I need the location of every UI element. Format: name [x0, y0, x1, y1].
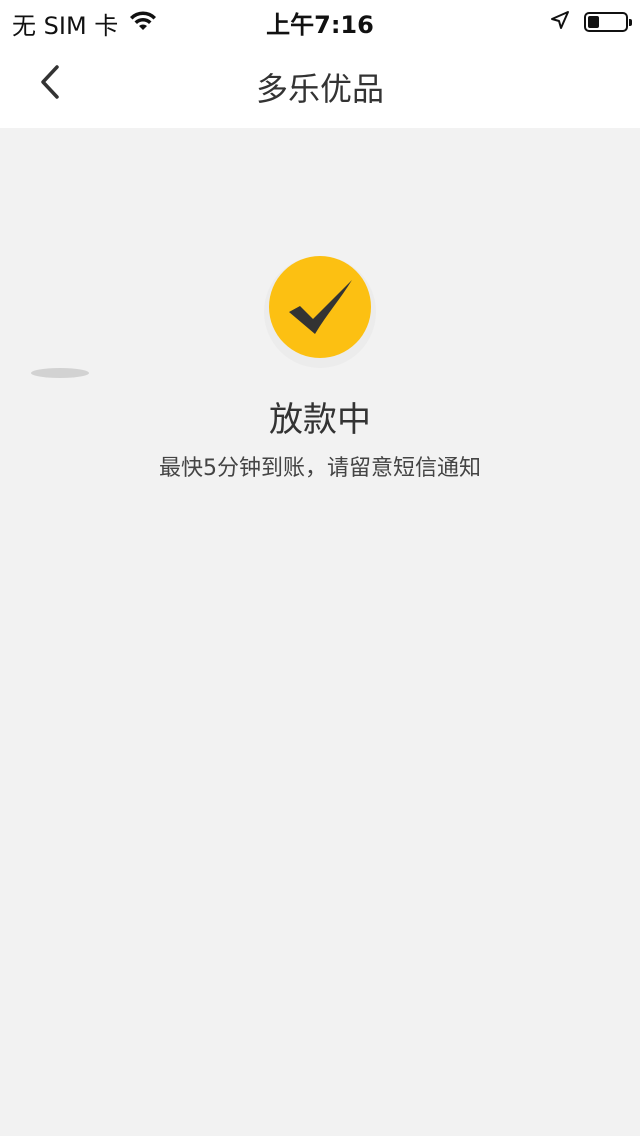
- location-arrow-icon: [550, 8, 570, 36]
- status-bar: 无 SIM 卡 上午7:16: [0, 0, 640, 40]
- check-circle: [269, 256, 371, 358]
- status-right: [550, 8, 632, 36]
- badge-shadow: [31, 368, 89, 378]
- status-time: 上午7:16: [266, 11, 374, 39]
- success-badge: [260, 252, 380, 382]
- screen: 无 SIM 卡 上午7:16 多乐优品 放款中 最快5分钟到账，请留意短信通知: [0, 0, 640, 1136]
- battery-fill: [588, 16, 599, 28]
- nav-bar: 多乐优品: [0, 40, 640, 128]
- battery-cap: [629, 19, 632, 26]
- content-area: 放款中 最快5分钟到账，请留意短信通知: [0, 128, 640, 1136]
- status-title: 放款中: [269, 400, 371, 440]
- battery-icon: [584, 12, 632, 32]
- status-description: 最快5分钟到账，请留意短信通知: [159, 456, 481, 481]
- page-title: 多乐优品: [255, 70, 384, 108]
